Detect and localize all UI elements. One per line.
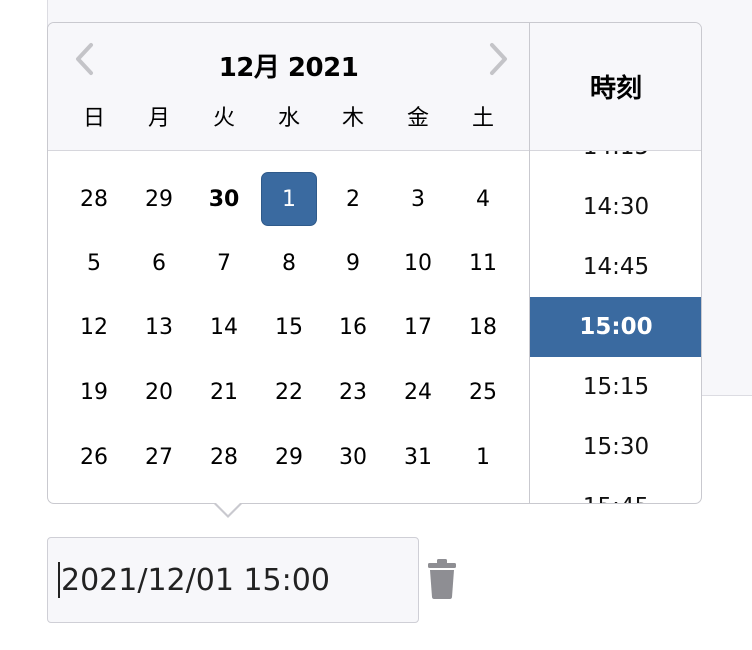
- calendar-day[interactable]: 30: [325, 430, 381, 484]
- month-title: 12月 2021: [218, 53, 359, 83]
- weekday-label: 火: [212, 106, 235, 131]
- calendar-day[interactable]: 29: [261, 430, 317, 484]
- calendar-day[interactable]: 27: [131, 430, 187, 484]
- calendar-day[interactable]: 9: [325, 236, 381, 290]
- weekday-label: 土: [471, 106, 494, 131]
- calendar-day[interactable]: 17: [390, 300, 446, 354]
- calendar-day[interactable]: 31: [390, 430, 446, 484]
- time-option[interactable]: 14:15: [530, 151, 701, 177]
- calendar-day[interactable]: 8: [261, 236, 317, 290]
- time-column: 時刻 14:15 14:30 14:45 15:00 15:15 15:30 1…: [529, 23, 701, 503]
- calendar-day[interactable]: 21: [196, 365, 252, 419]
- time-list[interactable]: 14:15 14:30 14:45 15:00 15:15 15:30 15:4…: [530, 151, 701, 503]
- weekday-label: 日: [82, 106, 105, 131]
- datetime-input[interactable]: 2021/12/01 15:00: [47, 537, 419, 623]
- calendar-day[interactable]: 18: [455, 300, 511, 354]
- calendar-day[interactable]: 14: [196, 300, 252, 354]
- weekday-label: 金: [406, 106, 429, 131]
- calendar-day[interactable]: 10: [390, 236, 446, 290]
- time-option[interactable]: 14:30: [530, 177, 701, 237]
- calendar-day[interactable]: 4: [455, 172, 511, 226]
- calendar-day[interactable]: 19: [66, 365, 122, 419]
- calendar-day[interactable]: 13: [131, 300, 187, 354]
- calendar-day[interactable]: 26: [66, 430, 122, 484]
- weekday-label: 水: [277, 106, 300, 131]
- trash-icon: [428, 559, 456, 599]
- calendar-day[interactable]: 23: [325, 365, 381, 419]
- datetime-input-value: 2021/12/01 15:00: [61, 562, 330, 598]
- time-option[interactable]: 15:45: [530, 477, 701, 503]
- calendar-day[interactable]: 11: [455, 236, 511, 290]
- datetime-picker-popup: 12月 2021 日 月 火 水 木 金 土 28 29 30 1 2 3 4 …: [47, 22, 702, 504]
- calendar-day-selected[interactable]: 1: [261, 172, 317, 226]
- calendar-day[interactable]: 16: [325, 300, 381, 354]
- next-month-button[interactable]: [483, 41, 513, 77]
- delete-button[interactable]: [424, 557, 460, 601]
- time-option-selected[interactable]: 15:00: [530, 297, 701, 357]
- calendar-day[interactable]: 7: [196, 236, 252, 290]
- chevron-right-icon: [490, 43, 507, 75]
- weekday-label: 木: [341, 106, 364, 131]
- time-option[interactable]: 15:30: [530, 417, 701, 477]
- calendar-day[interactable]: 20: [131, 365, 187, 419]
- calendar-day[interactable]: 1: [455, 430, 511, 484]
- weekday-label: 月: [147, 106, 170, 131]
- calendar-day[interactable]: 2: [325, 172, 381, 226]
- calendar-day[interactable]: 12: [66, 300, 122, 354]
- calendar-day[interactable]: 3: [390, 172, 446, 226]
- calendar-day[interactable]: 24: [390, 365, 446, 419]
- weekday-row: 日 月 火 水 木 金 土: [48, 101, 529, 137]
- calendar-day[interactable]: 5: [66, 236, 122, 290]
- calendar-header: 12月 2021 日 月 火 水 木 金 土: [48, 23, 529, 151]
- calendar-day[interactable]: 29: [131, 172, 187, 226]
- calendar-day-today[interactable]: 30: [196, 172, 252, 226]
- time-header: 時刻: [530, 23, 701, 151]
- calendar-day[interactable]: 28: [66, 172, 122, 226]
- calendar-day[interactable]: 28: [196, 430, 252, 484]
- text-cursor: [58, 562, 60, 598]
- time-option[interactable]: 15:15: [530, 357, 701, 417]
- calendar-day[interactable]: 6: [131, 236, 187, 290]
- popup-caret-fill: [215, 502, 241, 515]
- calendar-day[interactable]: 25: [455, 365, 511, 419]
- time-option[interactable]: 14:45: [530, 237, 701, 297]
- calendar-day[interactable]: 22: [261, 365, 317, 419]
- calendar-day[interactable]: 15: [261, 300, 317, 354]
